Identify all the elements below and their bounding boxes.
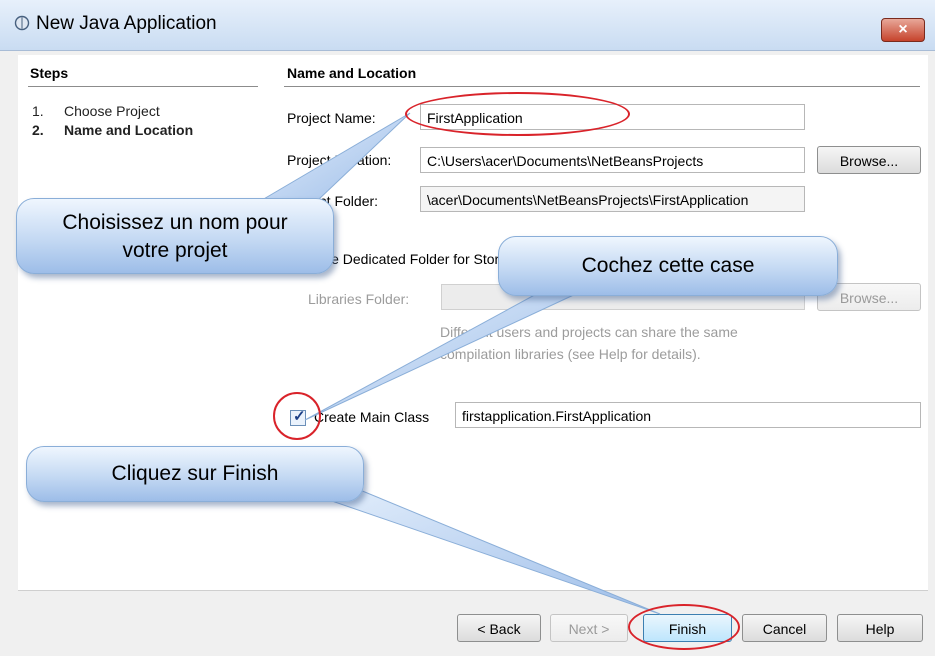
checkbox-callout-tail — [304, 291, 581, 421]
finish-callout-tail — [299, 489, 661, 615]
name-callout-line1: Choisissez un nom pour — [62, 211, 288, 234]
finish-callout: Cliquez sur Finish — [26, 446, 364, 502]
checkbox-highlight — [273, 392, 321, 440]
checkbox-callout: Cochez cette case — [498, 236, 838, 296]
name-callout-tail — [260, 112, 411, 201]
name-callout-line2: votre projet — [122, 239, 228, 262]
dialog-window: New Java Application × Steps 1. Choose P… — [0, 0, 935, 656]
finish-highlight — [628, 604, 740, 650]
project-name-highlight — [405, 92, 630, 136]
name-callout: Choisissez un nom pour votre projet — [16, 198, 334, 274]
